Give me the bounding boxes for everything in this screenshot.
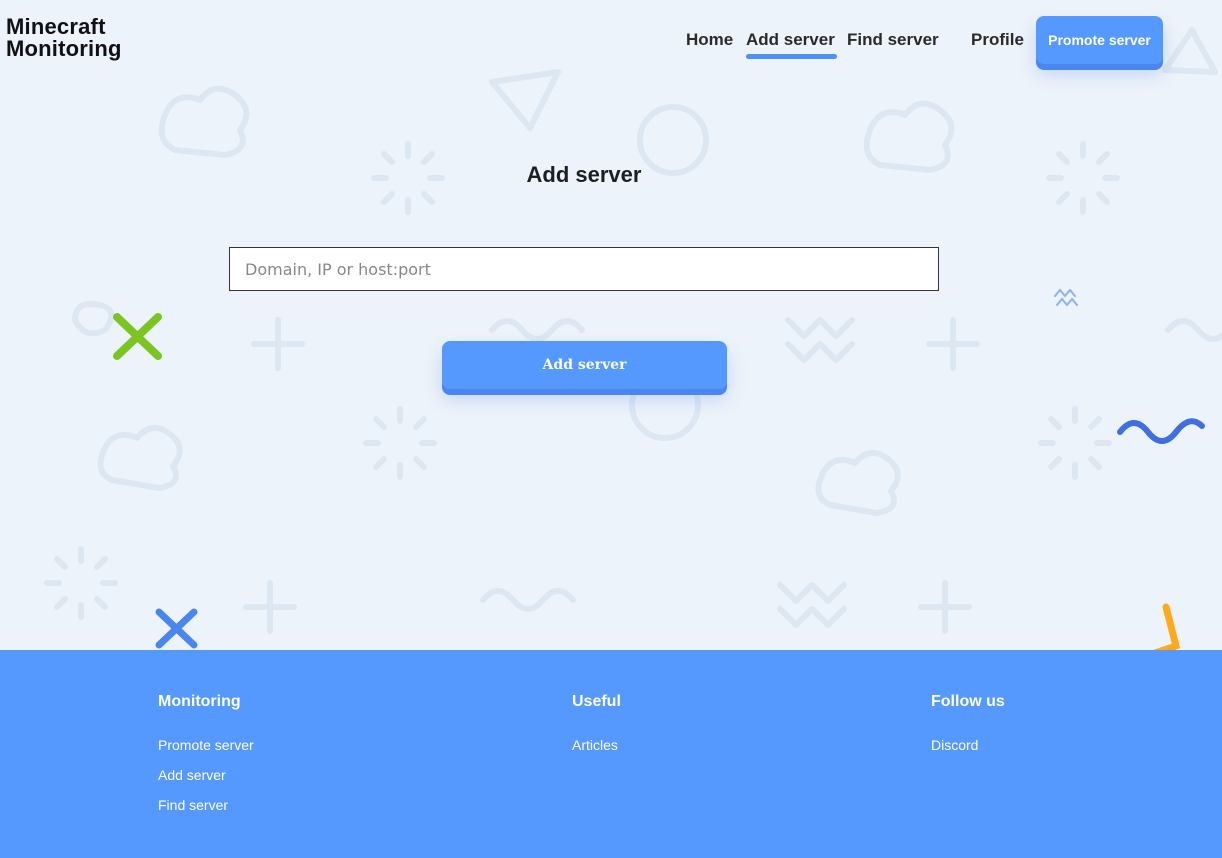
footer-heading: Useful [572,693,621,710]
footer-link-promote-server[interactable]: Promote server [158,737,254,753]
footer-column-monitoring: Monitoring Promote server Add server Fin… [158,693,254,827]
page-title: Add server [526,162,642,187]
footer-link-articles[interactable]: Articles [572,737,621,753]
footer-heading: Monitoring [158,693,241,710]
footer-heading: Follow us [931,693,1005,710]
logo-line-1: Minecraft [6,14,106,39]
footer-column-useful: Useful Articles [572,693,621,767]
logo-line-2: Monitoring [6,36,122,61]
site-header: Minecraft Monitoring Home Add server Fin… [0,0,1222,80]
nav-profile[interactable]: Profile [971,30,1024,50]
site-logo[interactable]: Minecraft Monitoring [6,16,166,60]
footer-link-add-server[interactable]: Add server [158,767,254,783]
nav-add-server[interactable]: Add server [746,30,835,50]
background-pattern [44,27,1222,650]
active-nav-indicator [746,54,837,59]
nav-find-server[interactable]: Find server [847,30,939,50]
promote-server-button[interactable]: Promote server [1036,16,1163,64]
add-server-button[interactable]: Add server [442,341,727,389]
server-address-input[interactable] [229,247,939,291]
footer-link-find-server[interactable]: Find server [158,797,254,813]
footer-column-follow-us: Follow us Discord [931,693,1005,767]
nav-home[interactable]: Home [686,30,733,50]
footer-link-discord[interactable]: Discord [931,737,1005,753]
site-footer: Monitoring Promote server Add server Fin… [0,650,1222,858]
